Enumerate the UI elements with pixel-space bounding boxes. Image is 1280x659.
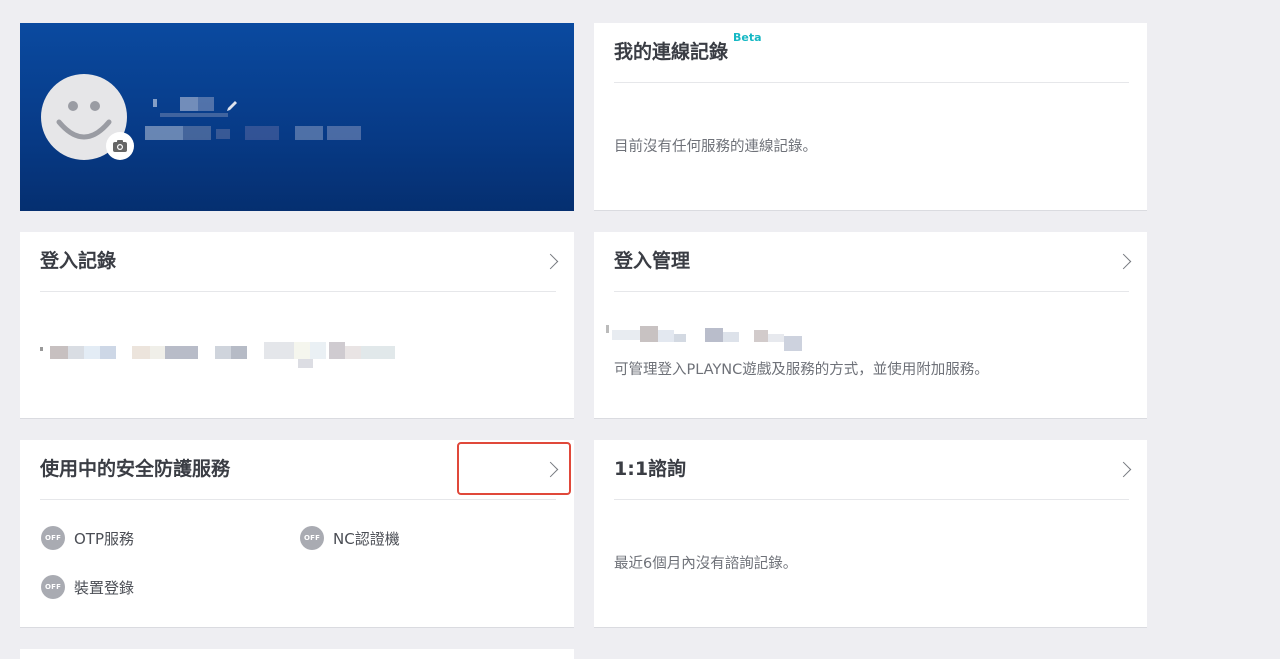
login-record-card[interactable]: 登入記錄	[20, 232, 574, 419]
camera-icon[interactable]	[106, 132, 134, 160]
login-record-title: 登入記錄	[40, 250, 117, 272]
nc-authenticator-label: NC認證機	[333, 529, 400, 548]
connection-record-empty-text: 目前沒有任何服務的連線記錄。	[614, 139, 817, 155]
off-status-badge: OFF	[41, 526, 65, 550]
beta-badge: Beta	[733, 31, 762, 44]
security-services-title: 使用中的安全防護服務	[40, 458, 231, 480]
inquiry-empty-text: 最近6個月內沒有諮詢記錄。	[614, 556, 798, 572]
off-status-badge: OFF	[300, 526, 324, 550]
login-management-description: 可管理登入PLAYNC遊戲及服務的方式，並使用附加服務。	[614, 362, 989, 378]
chevron-right-icon[interactable]	[1115, 461, 1132, 478]
divider	[614, 291, 1129, 292]
connection-record-title: 我的連線記錄Beta	[614, 31, 762, 63]
chevron-right-icon[interactable]	[1115, 253, 1132, 270]
device-registration-item: OFF 裝置登錄	[41, 575, 134, 599]
chevron-right-icon[interactable]	[542, 253, 559, 270]
login-management-title: 登入管理	[614, 250, 691, 272]
device-registration-label: 裝置登錄	[74, 578, 135, 597]
divider	[40, 291, 556, 292]
divider	[614, 82, 1129, 83]
divider	[40, 499, 556, 500]
highlight-box	[457, 442, 571, 495]
otp-service-item: OFF OTP服務	[41, 526, 134, 550]
inquiry-card[interactable]: 1:1諮詢 最近6個月內沒有諮詢記錄。	[594, 440, 1147, 628]
connection-record-card: 我的連線記錄Beta 目前沒有任何服務的連線記錄。	[594, 23, 1147, 211]
off-status-badge: OFF	[41, 575, 65, 599]
nc-authenticator-item: OFF NC認證機	[300, 526, 400, 550]
divider	[614, 499, 1129, 500]
partial-card	[20, 649, 574, 659]
inquiry-title: 1:1諮詢	[614, 458, 687, 480]
profile-card	[20, 23, 574, 211]
otp-service-label: OTP服務	[74, 529, 135, 548]
login-management-card[interactable]: 登入管理 可管理登入PLAYNC遊戲及服務的方式，並使用附加服務。	[594, 232, 1147, 419]
